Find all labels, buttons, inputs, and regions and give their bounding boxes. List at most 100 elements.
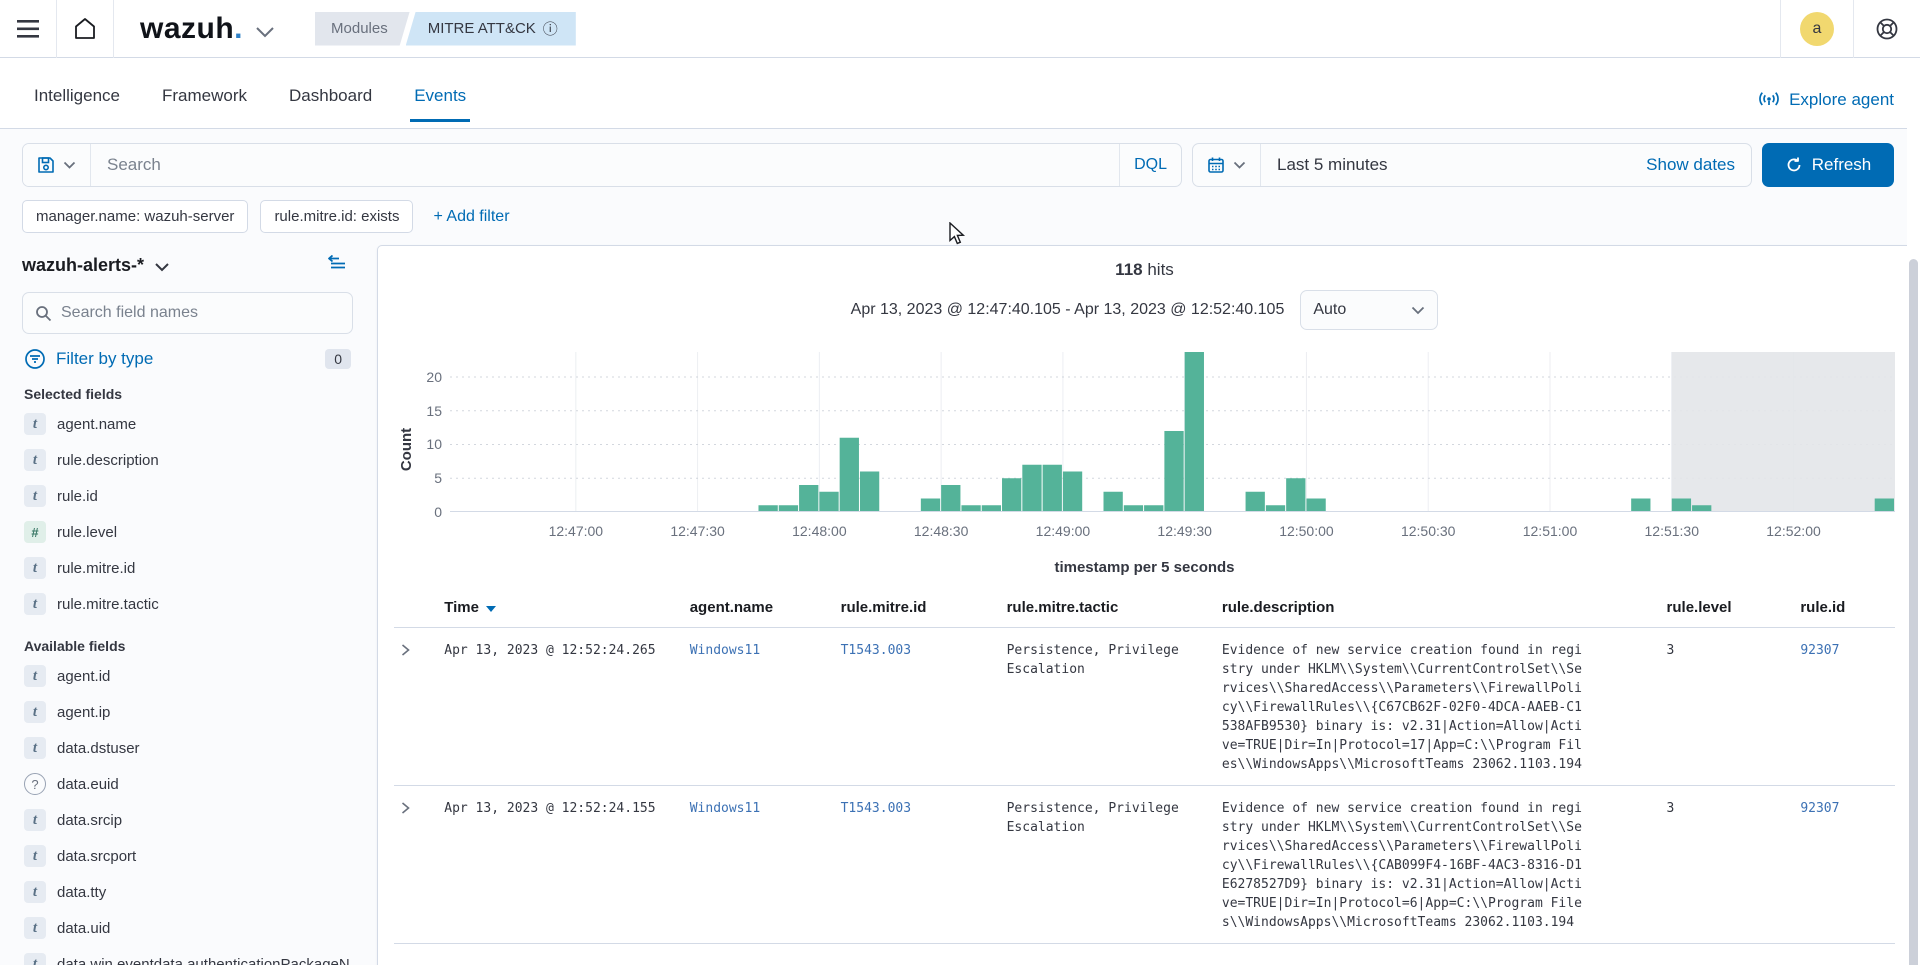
field-search-input[interactable] (61, 304, 340, 322)
tab-events[interactable]: Events (406, 86, 474, 128)
histogram-bar[interactable] (1875, 498, 1894, 512)
histogram-bar[interactable] (1185, 352, 1204, 512)
tab-intelligence[interactable]: Intelligence (26, 86, 128, 128)
saved-queries-button[interactable] (23, 144, 91, 186)
field-item-rule.mitre.id[interactable]: trule.mitre.id (22, 550, 353, 586)
field-item-agent.id[interactable]: tagent.id (22, 658, 353, 694)
column-header-rule.description[interactable]: rule.description (1216, 590, 1661, 628)
histogram-bar[interactable] (1144, 505, 1163, 512)
index-pattern-selector[interactable]: wazuh-alerts-* (22, 255, 144, 276)
agent-link[interactable]: Windows11 (690, 643, 760, 658)
search-input[interactable] (91, 144, 1119, 186)
histogram-bar[interactable] (941, 485, 960, 512)
scrollbar-thumb[interactable] (1909, 259, 1918, 965)
histogram-bar[interactable] (1672, 498, 1691, 512)
histogram-bar[interactable] (779, 505, 798, 512)
histogram-bar[interactable] (1286, 478, 1305, 512)
histogram-bar[interactable] (799, 485, 818, 512)
histogram-bar[interactable] (921, 498, 940, 512)
mitre-id-link[interactable]: T1543.003 (841, 643, 911, 658)
histogram-bar[interactable] (1692, 505, 1711, 512)
histogram-bar[interactable] (1306, 498, 1325, 512)
y-tick-label: 10 (426, 436, 442, 452)
filter-chip[interactable]: rule.mitre.id: exists (260, 200, 413, 233)
x-tick-label: 12:50:30 (1378, 523, 1478, 539)
query-language-button[interactable]: DQL (1119, 144, 1181, 186)
histogram-bar[interactable] (1266, 505, 1285, 512)
collapse-sidebar-button[interactable] (327, 255, 347, 276)
field-item-data.uid[interactable]: tdata.uid (22, 910, 353, 946)
sort-desc-icon[interactable] (486, 606, 496, 612)
refresh-button[interactable]: Refresh (1762, 143, 1894, 187)
histogram-bar[interactable] (1103, 492, 1122, 512)
histogram-bar[interactable] (1164, 431, 1183, 512)
rule-id-link[interactable]: 92307 (1800, 801, 1839, 816)
histogram-bar[interactable] (1022, 465, 1041, 512)
search-bar: DQL (22, 143, 1182, 187)
histogram-bar[interactable] (982, 505, 1001, 512)
histogram-bar[interactable] (1043, 465, 1062, 512)
field-item-rule.level[interactable]: #rule.level (22, 514, 353, 550)
column-header-rule.level[interactable]: rule.level (1661, 590, 1795, 628)
chevron-down-icon[interactable] (154, 262, 170, 272)
menu-button[interactable] (0, 0, 56, 58)
home-button[interactable] (57, 0, 113, 58)
column-header-rule.id[interactable]: rule.id (1794, 590, 1895, 628)
table-row: Apr 13, 2023 @ 12:52:24.265Windows11T154… (394, 628, 1895, 786)
field-item-agent.ip[interactable]: tagent.ip (22, 694, 353, 730)
histogram-bar[interactable] (860, 471, 879, 512)
chevron-down-icon[interactable] (255, 26, 275, 38)
scrollbar-track[interactable] (1907, 59, 1920, 965)
histogram-bar[interactable] (1631, 498, 1650, 512)
show-dates-button[interactable]: Show dates (1630, 155, 1751, 175)
field-item-data.srcport[interactable]: tdata.srcport (22, 838, 353, 874)
column-header-agent.name[interactable]: agent.name (684, 590, 835, 628)
histogram-bar[interactable] (1002, 478, 1021, 512)
histogram-bar[interactable] (758, 505, 777, 512)
help-button[interactable] (1854, 0, 1920, 58)
field-item-data.euid[interactable]: ?data.euid (22, 766, 353, 802)
time-range-value[interactable]: Last 5 minutes (1261, 155, 1630, 175)
agent-link[interactable]: Windows11 (690, 801, 760, 816)
field-item-data.win.eventdata.authenticationPackageName[interactable]: tdata.win.eventdata.authenticationPackag… (22, 946, 353, 965)
tab-framework[interactable]: Framework (154, 86, 255, 128)
string-type-icon: t (24, 557, 46, 579)
column-header-rule.mitre.id[interactable]: rule.mitre.id (835, 590, 1001, 628)
x-axis-ticks: 12:47:0012:47:3012:48:0012:48:3012:49:00… (450, 523, 1895, 547)
field-item-agent.name[interactable]: tagent.name (22, 406, 353, 442)
field-item-data.dstuser[interactable]: tdata.dstuser (22, 730, 353, 766)
column-header-Time[interactable]: Time (438, 590, 683, 628)
rule-id-link[interactable]: 92307 (1800, 643, 1839, 658)
histogram-bar[interactable] (1246, 492, 1265, 512)
add-filter-button[interactable]: + Add filter (433, 208, 509, 226)
field-item-data.srcip[interactable]: tdata.srcip (22, 802, 353, 838)
wazuh-logo[interactable]: wazuh. (114, 12, 253, 46)
histogram-bar[interactable] (961, 505, 980, 512)
column-header-rule.mitre.tactic[interactable]: rule.mitre.tactic (1001, 590, 1216, 628)
breadcrumb-mitre-attack[interactable]: MITRE ATT&CK ⓘ (406, 12, 576, 46)
tab-dashboard[interactable]: Dashboard (281, 86, 380, 128)
histogram-bar[interactable] (1063, 471, 1082, 512)
histogram-plot[interactable] (450, 352, 1895, 517)
explore-agent-button[interactable]: Explore agent (1757, 90, 1894, 128)
filter-by-type-button[interactable]: Filter by type (56, 349, 153, 369)
user-avatar[interactable]: a (1800, 12, 1834, 46)
expand-row-button[interactable] (400, 800, 411, 819)
histogram-bar[interactable] (840, 438, 859, 512)
y-tick-label: 0 (434, 504, 442, 520)
field-item-data.tty[interactable]: tdata.tty (22, 874, 353, 910)
info-icon[interactable]: ⓘ (543, 18, 558, 39)
filter-chip[interactable]: manager.name: wazuh-server (22, 200, 248, 233)
field-item-rule.id[interactable]: trule.id (22, 478, 353, 514)
field-item-rule.description[interactable]: trule.description (22, 442, 353, 478)
string-type-icon: t (24, 449, 46, 471)
field-item-rule.mitre.tactic[interactable]: trule.mitre.tactic (22, 586, 353, 622)
histogram-bar[interactable] (819, 492, 838, 512)
expand-row-button[interactable] (400, 642, 411, 661)
breadcrumb-modules[interactable]: Modules (315, 12, 410, 46)
interval-select[interactable]: Auto (1300, 290, 1438, 330)
calendar-button[interactable] (1193, 144, 1261, 186)
histogram-bar[interactable] (1124, 505, 1143, 512)
mitre-id-link[interactable]: T1543.003 (841, 801, 911, 816)
events-page: DQL Last 5 minutes Show dates Refresh ma… (0, 129, 1920, 965)
